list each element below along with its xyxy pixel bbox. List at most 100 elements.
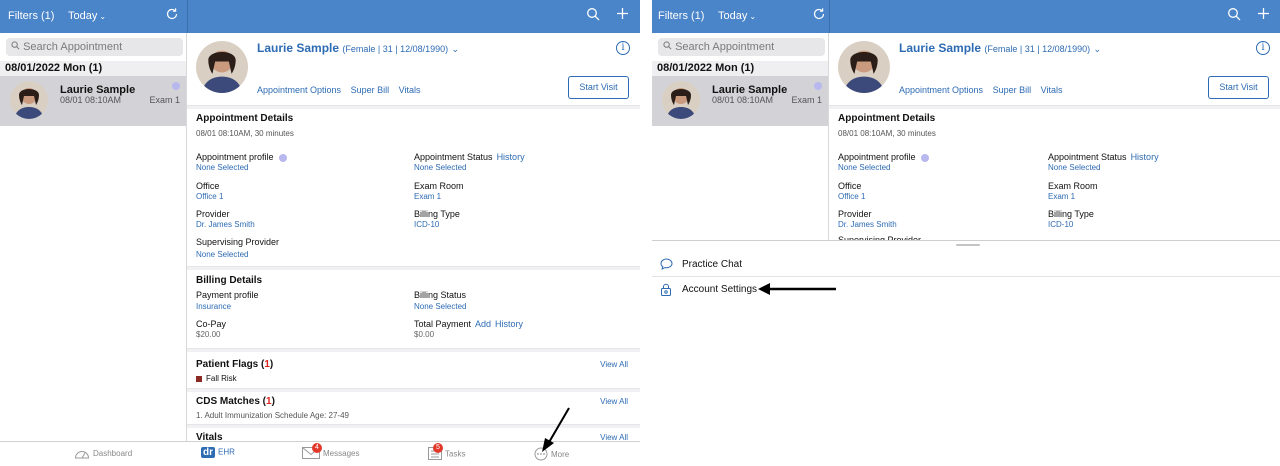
supervising-provider-value[interactable]: None Selected	[196, 250, 248, 259]
patient-links: Appointment Options Super Bill Vitals	[899, 85, 1069, 95]
filters-button[interactable]: Filters (1)	[8, 10, 54, 22]
divider	[187, 105, 640, 109]
today-dropdown[interactable]: Today ⌄	[718, 10, 756, 22]
office-label: Office	[196, 181, 220, 191]
search-icon	[663, 41, 675, 53]
appointment-details-title: Appointment Details	[838, 113, 936, 124]
cds-item: 1. Adult Immunization Schedule Age: 27-4…	[196, 411, 349, 420]
status-history-link[interactable]: History	[1131, 152, 1159, 162]
plus-icon[interactable]	[616, 7, 629, 25]
plus-icon[interactable]	[1257, 7, 1270, 25]
provider-label: Provider	[196, 209, 230, 219]
tasks-icon: 5	[428, 443, 443, 462]
chevron-down-icon: ⌄	[451, 44, 460, 54]
search-appointment-input[interactable]: Search Appointment	[6, 38, 183, 56]
patient-flags-count: 1	[264, 359, 270, 370]
appointment-duration: 08/01 08:10AM, 30 minutes	[838, 129, 936, 138]
office-value[interactable]: Office 1	[196, 192, 223, 201]
search-icon[interactable]	[1227, 7, 1241, 26]
appointment-room: Exam 1	[791, 95, 822, 105]
payment-history-link[interactable]: History	[495, 319, 523, 329]
status-history-link[interactable]: History	[497, 152, 525, 162]
billing-type-value[interactable]: ICD-10	[1048, 220, 1073, 229]
chevron-down-icon: ⌄	[1093, 44, 1102, 54]
billing-status-value[interactable]: None Selected	[414, 302, 466, 311]
appointment-status-value[interactable]: None Selected	[1048, 163, 1100, 172]
total-payment-value: $0.00	[414, 330, 435, 339]
appointment-time: 08/01 08:10AM	[712, 95, 774, 105]
divider	[187, 424, 640, 428]
filters-button[interactable]: Filters (1)	[658, 10, 704, 22]
patient-name-dropdown[interactable]: Laurie Sample (Female | 31 | 12/08/1990)…	[899, 41, 1101, 55]
search-appointment-input[interactable]: Search Appointment	[658, 38, 825, 56]
exam-room-value[interactable]: Exam 1	[1048, 192, 1075, 201]
appointment-profile-value[interactable]: None Selected	[196, 163, 248, 172]
billing-type-value[interactable]: ICD-10	[414, 220, 439, 229]
appointment-detail-panel: Laurie Sample (Female | 31 | 12/08/1990)…	[187, 33, 640, 466]
tab-messages[interactable]: 4 Messages	[302, 443, 359, 461]
exam-room-value[interactable]: Exam 1	[414, 192, 441, 201]
patient-links: Appointment Options Super Bill Vitals	[257, 85, 427, 95]
today-label: Today	[718, 10, 748, 22]
drag-handle[interactable]	[956, 244, 980, 246]
office-value[interactable]: Office 1	[838, 192, 865, 201]
envelope-icon: 4	[302, 443, 322, 461]
provider-label: Provider	[838, 209, 872, 219]
refresh-icon[interactable]	[812, 7, 826, 26]
status-dot	[814, 82, 822, 90]
tasks-badge: 5	[433, 443, 443, 453]
appointment-status-value[interactable]: None Selected	[414, 163, 466, 172]
start-visit-button[interactable]: Start Visit	[1208, 76, 1269, 99]
patient-name: Laurie Sample	[257, 41, 340, 55]
patient-avatar	[838, 41, 890, 93]
flag-icon	[196, 375, 202, 382]
add-payment-link[interactable]: Add	[475, 319, 491, 329]
payment-profile-value[interactable]: Insurance	[196, 302, 231, 311]
divider	[187, 348, 640, 352]
provider-value[interactable]: Dr. James Smith	[196, 220, 255, 229]
super-bill-link[interactable]: Super Bill	[993, 85, 1032, 95]
start-visit-button[interactable]: Start Visit	[568, 76, 629, 99]
messages-badge: 4	[312, 443, 322, 453]
billing-status-label: Billing Status	[414, 290, 467, 300]
appointment-row[interactable]: Laurie Sample 08/01 08:10AM Exam 1	[652, 76, 828, 126]
appointment-profile-value[interactable]: None Selected	[838, 163, 890, 172]
provider-value[interactable]: Dr. James Smith	[838, 220, 897, 229]
info-icon[interactable]: i	[1256, 41, 1270, 55]
patient-name-dropdown[interactable]: Laurie Sample (Female | 31 | 12/08/1990)…	[257, 41, 459, 55]
divider	[187, 388, 640, 392]
patient-flags-title: Patient Flags (1)	[196, 359, 274, 370]
tab-tasks[interactable]: 5 Tasks	[428, 443, 465, 462]
vitals-link[interactable]: Vitals	[399, 85, 421, 95]
search-icon	[11, 41, 23, 53]
menu-item-label: Account Settings	[682, 284, 758, 295]
info-icon[interactable]: i	[616, 41, 630, 55]
appointment-row[interactable]: Laurie Sample 08/01 08:10AM Exam 1	[0, 76, 186, 126]
vitals-link[interactable]: Vitals	[1041, 85, 1063, 95]
search-icon[interactable]	[586, 7, 600, 26]
today-dropdown[interactable]: Today ⌄	[68, 10, 106, 22]
appointment-profile-label: Appointment profile	[196, 152, 288, 162]
refresh-icon[interactable]	[165, 7, 179, 26]
left-screen: Filters (1) Today ⌄ Search Appointment 08…	[0, 0, 640, 466]
tab-dashboard[interactable]: Dashboard	[74, 447, 132, 461]
cds-view-all[interactable]: View All	[600, 397, 628, 406]
menu-item-practice-chat[interactable]: Practice Chat	[652, 253, 1280, 277]
super-bill-link[interactable]: Super Bill	[351, 85, 390, 95]
tab-ehr[interactable]: dr EHR	[201, 447, 235, 458]
patient-flags-view-all[interactable]: View All	[600, 360, 628, 369]
status-dot	[172, 82, 180, 90]
menu-item-account-settings[interactable]: Account Settings	[652, 278, 1280, 302]
lock-settings-icon	[660, 283, 672, 299]
patient-name: Laurie Sample	[899, 41, 982, 55]
chat-icon	[660, 258, 673, 273]
appointment-duration: 08/01 08:10AM, 30 minutes	[196, 129, 294, 138]
billing-type-label: Billing Type	[1048, 209, 1094, 219]
appointment-options-link[interactable]: Appointment Options	[899, 85, 983, 95]
divider	[187, 266, 640, 270]
office-label: Office	[838, 181, 862, 191]
appointment-room: Exam 1	[149, 95, 180, 105]
appointment-options-link[interactable]: Appointment Options	[257, 85, 341, 95]
total-payment-label: Total Payment Add History	[414, 319, 524, 329]
cds-count: 1	[266, 396, 272, 407]
